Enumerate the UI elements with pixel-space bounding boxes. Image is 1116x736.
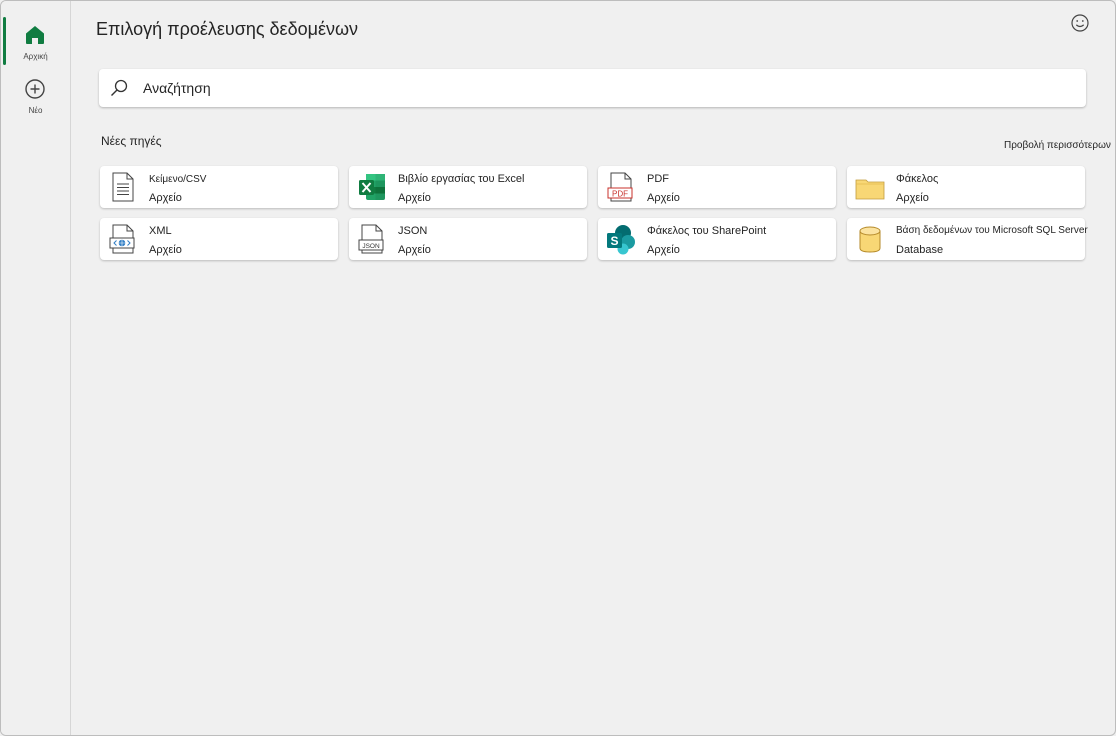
source-card-folder[interactable]: Φάκελος Αρχείο: [847, 166, 1085, 208]
nav-rail: Αρχική Νέο: [1, 1, 71, 735]
source-card-xml[interactable]: XML Αρχείο: [100, 218, 338, 260]
home-icon: [26, 26, 44, 44]
source-card-text-csv[interactable]: Κείμενο/CSV Αρχείο: [100, 166, 338, 208]
card-name: JSON: [398, 225, 428, 237]
card-type: Αρχείο: [398, 192, 431, 204]
rail-item-label: Αρχική: [23, 52, 48, 61]
app-window: Αρχική Νέο Επιλογή προέλευσης δεδομένων …: [0, 0, 1116, 736]
sharepoint-icon-text: S: [610, 234, 618, 248]
json-icon-text: JSON: [362, 243, 380, 250]
sharepoint-icon: S: [607, 225, 635, 255]
source-card-sharepoint[interactable]: S Φάκελος του SharePoint Αρχείο: [598, 218, 836, 260]
source-card-json[interactable]: JSON JSON Αρχείο: [349, 218, 587, 260]
card-type: Αρχείο: [398, 244, 431, 256]
page-title: Επιλογή προέλευσης δεδομένων: [96, 19, 359, 39]
search-box[interactable]: [99, 69, 1086, 107]
section-label: Νέες πηγές: [101, 134, 162, 148]
card-type: Αρχείο: [896, 192, 929, 204]
smiley-icon[interactable]: [1070, 13, 1090, 33]
pdf-icon-text: PDF: [612, 189, 628, 198]
view-more-link[interactable]: Προβολή περισσότερων: [1004, 140, 1111, 151]
source-card-pdf[interactable]: PDF PDF Αρχείο: [598, 166, 836, 208]
pdf-icon: PDF: [607, 172, 633, 202]
search-input[interactable]: [143, 77, 1043, 99]
rail-item-new[interactable]: Νέο: [1, 70, 70, 122]
rail-item-home[interactable]: Αρχική: [1, 14, 70, 66]
search-icon: [111, 79, 128, 96]
card-name: Κείμενο/CSV: [149, 174, 207, 185]
rail-item-label: Νέο: [28, 106, 43, 115]
card-name: Φάκελος του SharePoint: [647, 225, 767, 237]
card-type: Αρχείο: [149, 192, 182, 204]
card-name: PDF: [647, 173, 669, 185]
card-name: Φάκελος: [896, 173, 939, 185]
card-name: Βάση δεδομένων του Microsoft SQL Server: [896, 225, 1088, 236]
source-card-excel[interactable]: Βιβλίο εργασίας του Excel Αρχείο: [349, 166, 587, 208]
card-type: Database: [896, 244, 944, 256]
sql-database-icon: [859, 226, 881, 253]
plus-circle-icon: [25, 79, 45, 99]
json-icon: JSON: [358, 224, 384, 254]
card-type: Αρχείο: [149, 244, 182, 256]
card-type: Αρχείο: [647, 192, 680, 204]
card-name: XML: [149, 225, 172, 237]
source-card-sql-server[interactable]: Βάση δεδομένων του Microsoft SQL Server …: [847, 218, 1088, 260]
card-name: Βιβλίο εργασίας του Excel: [398, 173, 525, 185]
card-type: Αρχείο: [647, 244, 680, 256]
excel-icon: [359, 174, 385, 200]
text-file-icon: [112, 172, 134, 202]
xml-icon: [109, 224, 135, 254]
folder-icon: [855, 179, 885, 200]
